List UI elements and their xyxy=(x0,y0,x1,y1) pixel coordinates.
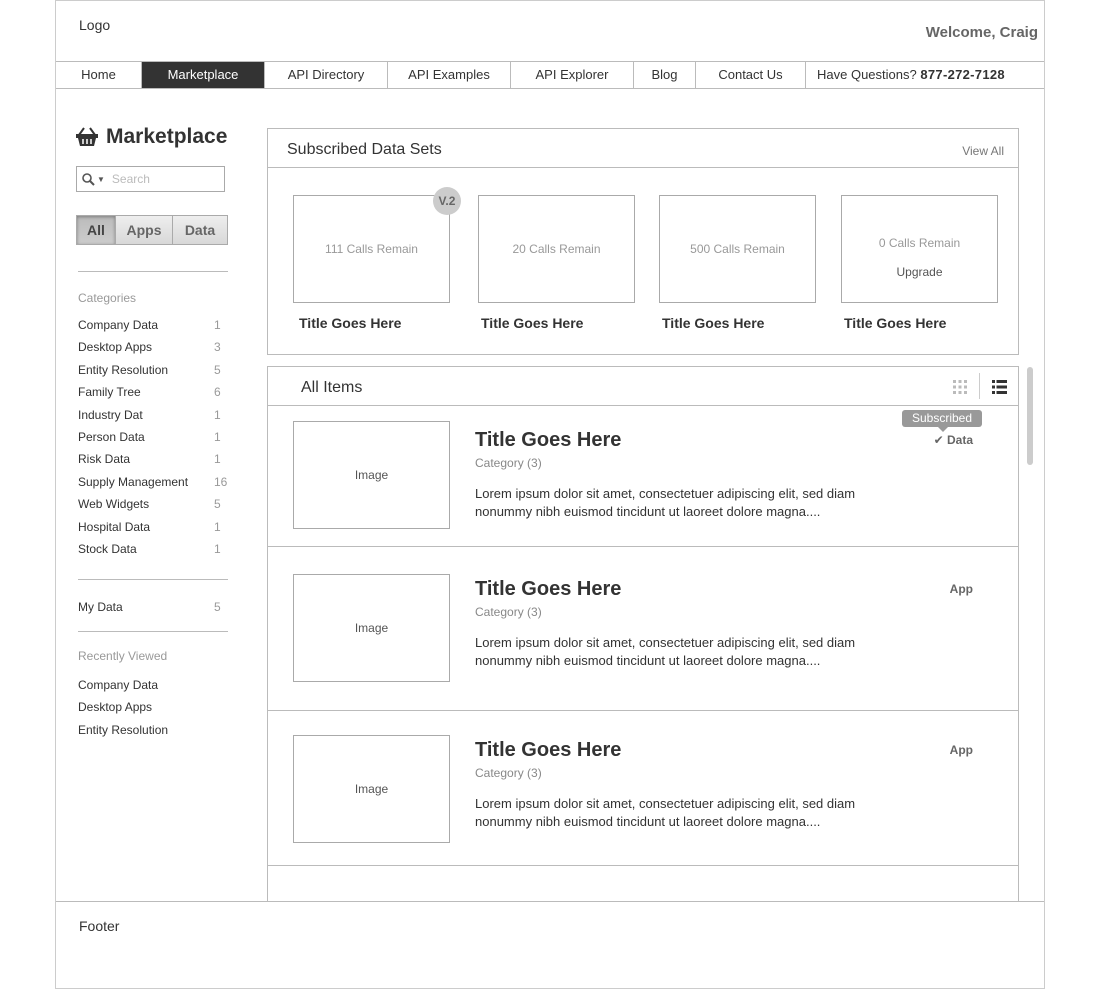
recent-item[interactable]: Entity Resolution xyxy=(78,722,228,744)
calls-remaining: 500 Calls Remain xyxy=(690,242,785,256)
nav-api-examples[interactable]: API Examples xyxy=(388,62,511,88)
item-description: Lorem ipsum dolor sit amet, consectetuer… xyxy=(475,635,856,668)
list-view-icon[interactable] xyxy=(980,367,1018,406)
filter-all[interactable]: All xyxy=(77,216,116,244)
calls-remaining: 111 Calls Remain xyxy=(325,242,418,256)
list-item: Image Title Goes Here Category (3) Lorem… xyxy=(268,547,1018,711)
category-item[interactable]: Industry Dat 1 xyxy=(78,407,228,429)
nav-blog[interactable]: Blog xyxy=(634,62,696,88)
item-description: Lorem ipsum dolor sit amet, consectetuer… xyxy=(475,486,856,519)
nav-contact-us[interactable]: Contact Us xyxy=(696,62,806,88)
item-type: App xyxy=(949,743,973,757)
item-image[interactable]: Image xyxy=(293,574,450,682)
item-category: Category (3) xyxy=(475,766,542,780)
page-frame: Logo Welcome, Craig Home Marketplace API… xyxy=(55,0,1045,989)
view-all-link[interactable]: View All xyxy=(962,144,1004,158)
all-items-header: All Items xyxy=(268,367,1018,406)
category-item[interactable]: Family Tree 6 xyxy=(78,384,228,406)
upgrade-link[interactable]: Upgrade xyxy=(842,265,997,279)
item-category: Category (3) xyxy=(475,605,542,619)
filter-data[interactable]: Data xyxy=(173,216,227,244)
subscribed-panel: Subscribed Data Sets View All 111 Calls … xyxy=(267,128,1019,355)
category-item[interactable]: Entity Resolution 5 xyxy=(78,362,228,384)
list-item: Image Title Goes Here Category (3) Lorem… xyxy=(268,407,1018,547)
footer-label: Footer xyxy=(79,918,120,934)
my-data-list: My Data 5 xyxy=(78,599,228,621)
footer: Footer xyxy=(56,901,1044,988)
subscription-title[interactable]: Title Goes Here xyxy=(299,315,401,331)
category-item[interactable]: Company Data 1 xyxy=(78,317,228,339)
subscribed-title: Subscribed Data Sets xyxy=(287,141,442,158)
recently-viewed-heading: Recently Viewed xyxy=(78,649,168,663)
chevron-down-icon[interactable]: ▼ xyxy=(97,175,105,184)
category-item[interactable]: Risk Data 1 xyxy=(78,451,228,473)
nav-phone: Have Questions? 877-272-7128 xyxy=(806,62,1005,88)
phone-label: Have Questions? xyxy=(817,67,917,82)
all-items-panel: All Items Image Title Goes Here Category… xyxy=(267,366,1019,926)
item-type: App xyxy=(949,582,973,596)
scrollbar[interactable] xyxy=(1027,367,1033,465)
basket-icon xyxy=(76,127,98,146)
category-item[interactable]: Stock Data 1 xyxy=(78,541,228,563)
nav-marketplace[interactable]: Marketplace xyxy=(142,62,265,88)
subscription-card[interactable]: 500 Calls Remain xyxy=(659,195,816,303)
category-list: Company Data 1 Desktop Apps 3 Entity Resol… xyxy=(78,317,228,563)
main-nav: Home Marketplace API Directory API Examp… xyxy=(56,61,1044,89)
welcome-user[interactable]: Welcome, Craig xyxy=(926,24,1038,41)
all-items-title: All Items xyxy=(301,379,363,396)
category-item[interactable]: Supply Management 16 xyxy=(78,474,228,496)
subscription-title[interactable]: Title Goes Here xyxy=(481,315,583,331)
search-box[interactable]: ▼ xyxy=(76,166,225,192)
item-image[interactable]: Image xyxy=(293,421,450,529)
subscription-card[interactable]: 111 Calls Remain xyxy=(293,195,450,303)
item-category: Category (3) xyxy=(475,456,542,470)
item-type: ✔ Data xyxy=(933,433,973,447)
sidebar-title: Marketplace xyxy=(76,125,227,149)
item-title[interactable]: Title Goes Here xyxy=(475,429,621,452)
check-icon: ✔ xyxy=(933,433,944,447)
divider xyxy=(78,631,228,632)
category-item[interactable]: Desktop Apps 3 xyxy=(78,339,228,361)
list-item: Image Title Goes Here Category (3) Lorem… xyxy=(268,711,1018,866)
divider xyxy=(78,579,228,580)
subscription-card[interactable]: 0 Calls Remain Upgrade xyxy=(841,195,998,303)
search-input[interactable] xyxy=(111,172,212,186)
category-item[interactable]: Web Widgets 5 xyxy=(78,496,228,518)
subscribed-header: Subscribed Data Sets View All xyxy=(268,129,1018,168)
filter-apps[interactable]: Apps xyxy=(116,216,173,244)
category-item[interactable]: Hospital Data 1 xyxy=(78,519,228,541)
nav-api-explorer[interactable]: API Explorer xyxy=(511,62,634,88)
calls-remaining: 0 Calls Remain xyxy=(878,236,961,250)
subscribed-badge: Subscribed xyxy=(902,410,982,432)
subscription-card[interactable]: 20 Calls Remain xyxy=(478,195,635,303)
logo[interactable]: Logo xyxy=(79,17,110,33)
phone-number[interactable]: 877-272-7128 xyxy=(920,67,1005,82)
view-toggle xyxy=(941,367,1018,406)
search-icon xyxy=(82,172,95,186)
subscription-title[interactable]: Title Goes Here xyxy=(662,315,764,331)
nav-home[interactable]: Home xyxy=(56,62,142,88)
recently-viewed-list: Company Data Desktop Apps Entity Resolut… xyxy=(78,677,228,744)
item-description: Lorem ipsum dolor sit amet, consectetuer… xyxy=(475,796,856,829)
calls-remaining: 20 Calls Remain xyxy=(512,242,601,256)
recent-item[interactable]: Desktop Apps xyxy=(78,699,228,721)
grid-view-icon[interactable] xyxy=(941,367,979,406)
version-badge: V.2 xyxy=(433,187,461,215)
filter-toggle: All Apps Data xyxy=(76,215,228,245)
categories-heading: Categories xyxy=(78,291,137,305)
category-item[interactable]: Person Data 1 xyxy=(78,429,228,451)
nav-api-directory[interactable]: API Directory xyxy=(265,62,388,88)
divider xyxy=(78,271,228,272)
subscription-title[interactable]: Title Goes Here xyxy=(844,315,946,331)
recent-item[interactable]: Company Data xyxy=(78,677,228,699)
item-title[interactable]: Title Goes Here xyxy=(475,739,621,762)
sidebar-title-text: Marketplace xyxy=(106,125,228,148)
item-title[interactable]: Title Goes Here xyxy=(475,578,621,601)
item-image[interactable]: Image xyxy=(293,735,450,843)
my-data-item[interactable]: My Data 5 xyxy=(78,599,228,621)
